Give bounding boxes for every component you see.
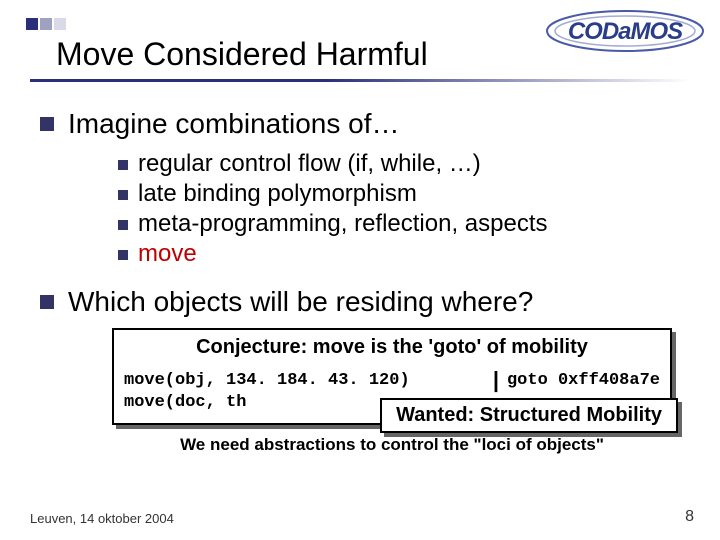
svg-text:CODaMOS: CODaMOS xyxy=(568,18,683,45)
code-goto-1: goto 0xff408a7e xyxy=(507,371,660,390)
code-separator: | xyxy=(485,367,507,393)
title-underline xyxy=(30,79,690,82)
sub-bullet-2-text: late binding polymorphism xyxy=(138,180,417,208)
wanted-overlay-box: Wanted: Structured Mobility xyxy=(380,398,678,433)
sub-bullet-2: late binding polymorphism xyxy=(118,180,680,208)
conjecture-title: Conjecture: move is the 'goto' of mobili… xyxy=(124,336,660,359)
header-accent-squares xyxy=(26,18,66,30)
page-number: 8 xyxy=(685,508,694,526)
sub-bullet-3-text: meta-programming, reflection, aspects xyxy=(138,210,548,238)
brand-logo: CODaMOS xyxy=(540,6,710,56)
need-abstractions-text: We need abstractions to control the "loc… xyxy=(112,435,672,455)
slide-body: Imagine combinations of… regular control… xyxy=(0,90,720,455)
sub-bullet-1: regular control flow (if, while, …) xyxy=(118,150,680,178)
square-bullet-icon xyxy=(118,220,128,230)
square-bullet-icon xyxy=(118,190,128,200)
square-bullet-icon xyxy=(118,160,128,170)
code-move-1: move(obj, 134. 184. 43. 120) xyxy=(124,371,485,390)
square-bullet-icon xyxy=(40,117,54,131)
square-bullet-icon xyxy=(118,250,128,260)
sub-bullet-4-text: move xyxy=(138,240,197,268)
sub-bullet-list: regular control flow (if, while, …) late… xyxy=(118,150,680,268)
sub-bullet-4: move xyxy=(118,240,680,268)
conjecture-container: Conjecture: move is the 'goto' of mobili… xyxy=(112,328,672,455)
bullet-main-2: Which objects will be residing where? xyxy=(40,286,680,318)
bullet-main-2-text: Which objects will be residing where? xyxy=(68,286,533,318)
slide-header: CODaMOS Move Considered Harmful xyxy=(0,0,720,90)
square-bullet-icon xyxy=(40,295,54,309)
footer-location: Leuven, 14 oktober 2004 xyxy=(30,511,174,526)
sub-bullet-1-text: regular control flow (if, while, …) xyxy=(138,150,481,178)
code-row-1: move(obj, 134. 184. 43. 120) | goto 0xff… xyxy=(124,367,660,393)
bullet-main-1-text: Imagine combinations of… xyxy=(68,108,400,140)
sub-bullet-3: meta-programming, reflection, aspects xyxy=(118,210,680,238)
bullet-main-1: Imagine combinations of… xyxy=(40,108,680,140)
